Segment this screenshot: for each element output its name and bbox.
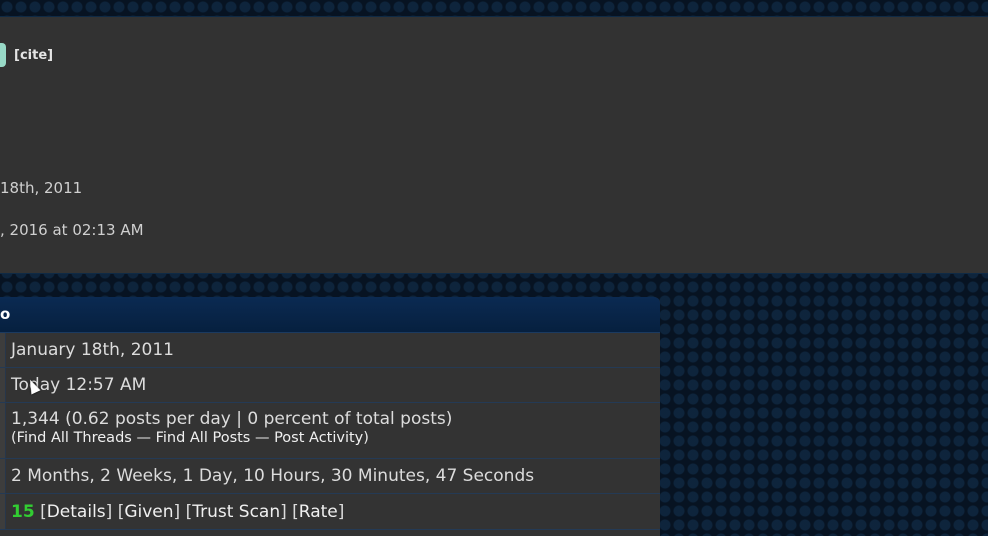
posts-value: 1,344 (0.62 posts per day | 0 percent of… [11, 409, 453, 429]
rep-given-link[interactable]: Given [124, 502, 173, 522]
find-all-posts-link[interactable]: Find All Posts [156, 430, 251, 446]
cite-link-wrap: [cite] [14, 48, 53, 63]
last-visit-row: Today 12:57 AM [0, 368, 660, 403]
user-info-box: o January 18th, 2011 Today 12:57 AM 1,34… [0, 297, 660, 536]
rep-details-link[interactable]: Details [47, 502, 106, 522]
separator: — [250, 430, 275, 446]
paren-close: ) [363, 430, 369, 446]
joined-row: January 18th, 2011 [0, 333, 660, 368]
trust-scan-link[interactable]: Trust Scan [192, 502, 280, 522]
cite-link[interactable]: [cite] [14, 48, 53, 63]
reputation-row: 15 [Details] [Given] [Trust Scan] [Rate] [0, 494, 660, 530]
avatar[interactable] [0, 43, 6, 67]
post-links: (Find All Threads — Find All Posts — Pos… [11, 430, 660, 446]
posts-row: 1,344 (0.62 posts per day | 0 percent of… [0, 403, 660, 459]
post-activity-link[interactable]: Post Activity [274, 430, 363, 446]
last-active-partial: , 2016 at 02:13 AM [0, 221, 144, 239]
joined-value: January 18th, 2011 [11, 340, 174, 360]
reputation-value: 15 [11, 502, 35, 522]
time-online-value: 2 Months, 2 Weeks, 1 Day, 10 Hours, 30 M… [11, 466, 535, 486]
rate-link[interactable]: Rate [299, 502, 338, 522]
separator: — [131, 430, 156, 446]
joined-date-partial: 18th, 2011 [0, 179, 83, 197]
time-online-row: 2 Months, 2 Weeks, 1 Day, 10 Hours, 30 M… [0, 459, 660, 494]
find-all-threads-link[interactable]: Find All Threads [17, 430, 132, 446]
post-panel: [cite] 18th, 2011 , 2016 at 02:13 AM [0, 16, 988, 274]
info-header: o [0, 297, 660, 333]
